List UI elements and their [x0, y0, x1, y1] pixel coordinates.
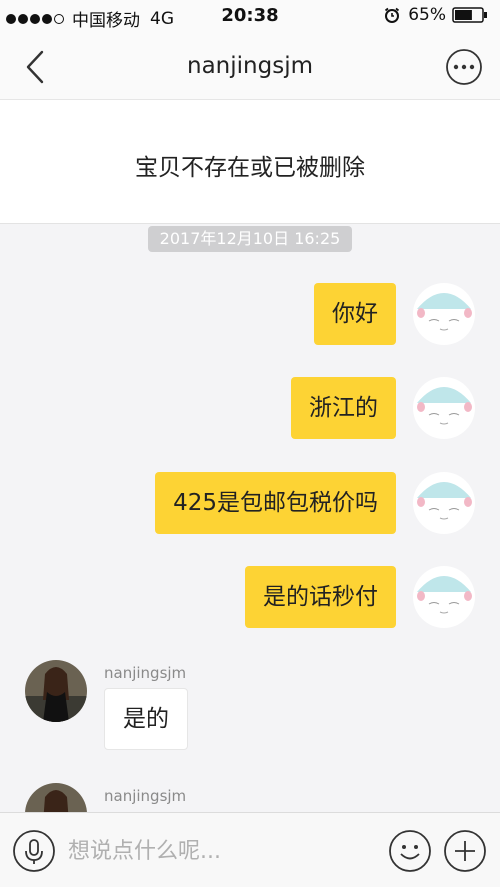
- photo-avatar-icon: [25, 660, 87, 722]
- alarm-icon: [385, 7, 400, 23]
- self-avatar: [413, 566, 475, 628]
- plus-icon[interactable]: [443, 829, 487, 873]
- sender-name: nanjingsjm: [104, 787, 187, 805]
- cat-avatar-icon: [413, 566, 475, 628]
- chat-title: nanjingsjm: [187, 53, 313, 79]
- sender-name: nanjingsjm: [104, 664, 187, 682]
- smiley-icon[interactable]: [388, 829, 432, 873]
- microphone-icon[interactable]: [12, 829, 56, 873]
- battery-icon: [452, 7, 487, 23]
- self-avatar: [413, 377, 475, 439]
- outgoing-message-bubble[interactable]: 浙江的: [291, 377, 396, 439]
- input-bar: [0, 812, 500, 887]
- contact-avatar[interactable]: [25, 660, 87, 722]
- product-card[interactable]: 宝贝不存在或已被删除: [0, 100, 500, 224]
- self-avatar: [413, 283, 475, 345]
- outgoing-message-bubble[interactable]: 425是包邮包税价吗: [155, 472, 396, 534]
- outgoing-message-bubble[interactable]: 是的话秒付: [245, 566, 396, 628]
- cat-avatar-icon: [413, 472, 475, 534]
- navigation-bar: nanjingsjm: [0, 34, 500, 100]
- cat-avatar-icon: [413, 377, 475, 439]
- outgoing-message-bubble[interactable]: 你好: [314, 283, 396, 345]
- battery-percent: 65%: [408, 5, 446, 25]
- status-right-group: 65%: [384, 5, 488, 25]
- cat-avatar-icon: [413, 283, 475, 345]
- more-options-button[interactable]: [445, 48, 483, 86]
- status-bar: 中国移动 4G 20:38 65%: [0, 0, 500, 34]
- product-unavailable-message: 宝贝不存在或已被删除: [135, 155, 365, 181]
- message-input[interactable]: [68, 825, 378, 877]
- chat-timestamp: 2017年12月10日 16:25: [148, 226, 352, 252]
- self-avatar: [413, 472, 475, 534]
- incoming-message-bubble[interactable]: 是的: [104, 688, 188, 750]
